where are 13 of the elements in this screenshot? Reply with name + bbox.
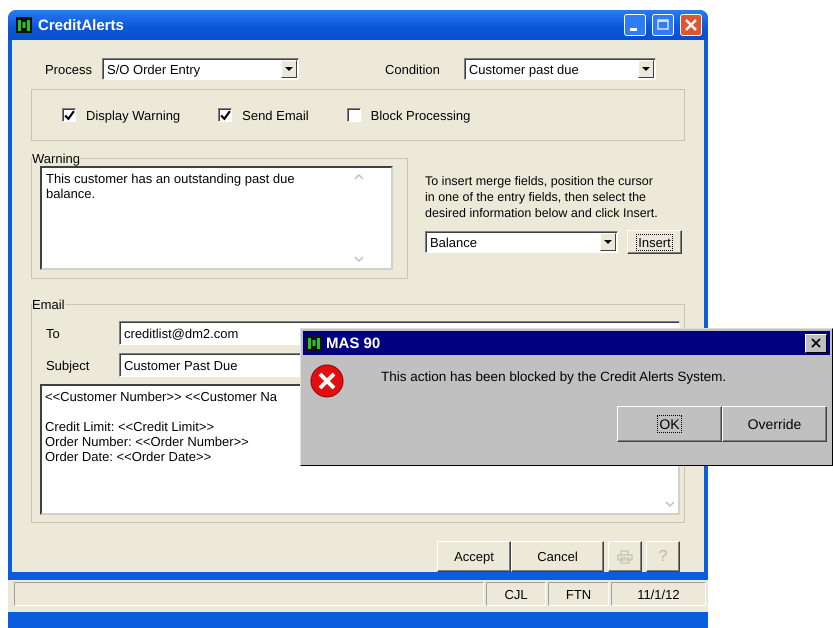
status-pane: CJL	[486, 582, 546, 606]
dialog-title: MAS 90	[326, 334, 380, 352]
condition-label: Condition	[384, 62, 440, 76]
warning-legend: Warning	[32, 151, 80, 166]
subject-label: Subject	[45, 358, 90, 372]
status-pane: 11/1/12	[610, 582, 706, 606]
to-label: To	[45, 326, 61, 340]
dialog-message: This action has been blocked by the Credit Alerts System.	[381, 369, 728, 384]
process-label: Process	[45, 62, 92, 76]
merge-instructions: To insert merge fields, position the cursor in one of the entry fields, then select the desired information below and click Insert.	[425, 173, 659, 221]
email-legend: Email	[32, 297, 65, 312]
status-pane: FTN	[548, 582, 609, 606]
window-title: CreditAlerts	[38, 16, 124, 34]
